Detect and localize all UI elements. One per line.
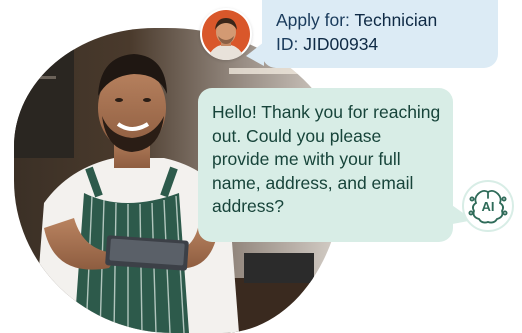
applicant-avatar bbox=[200, 8, 252, 60]
apply-label: Apply for: bbox=[276, 10, 350, 30]
ai-message-text: Hello! Thank you for reaching out. Could… bbox=[212, 102, 441, 216]
job-id-line: ID: JID00934 bbox=[276, 32, 484, 56]
ai-badge-label: AI bbox=[482, 199, 495, 214]
id-label: ID: bbox=[276, 34, 299, 54]
ai-message-bubble: Hello! Thank you for reaching out. Could… bbox=[198, 88, 453, 242]
job-title: Technician bbox=[354, 10, 438, 30]
applicant-message-bubble: Apply for: Technician ID: JID00934 bbox=[246, 0, 498, 68]
ai-brain-icon: AI bbox=[461, 179, 515, 233]
job-id: JID00934 bbox=[303, 34, 379, 54]
apply-for-line: Apply for: Technician bbox=[276, 8, 484, 32]
